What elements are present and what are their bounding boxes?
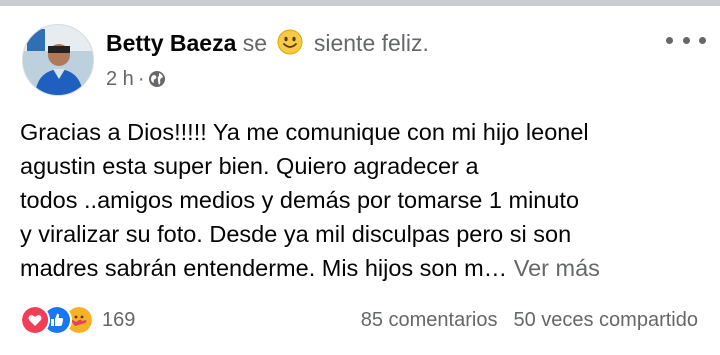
author-line: Betty Baeza se siente feliz. [106, 28, 429, 58]
reactions-summary[interactable]: 169 [20, 305, 136, 335]
dot-icon [682, 36, 690, 44]
meta-separator: · [137, 68, 145, 90]
see-more-link[interactable]: Ver más [514, 255, 600, 281]
author-name[interactable]: Betty Baeza [106, 30, 236, 56]
post-text-line: y viralizar su foto. Desde ya mil discul… [20, 221, 572, 247]
post-meta: 2 h · [106, 66, 166, 92]
profile-photo [23, 25, 93, 95]
dot-icon [699, 36, 706, 44]
post-body: Gracias a Dios!!!!! Ya me comunique con … [20, 115, 710, 285]
reaction-count: 169 [102, 308, 136, 331]
comments-count-link[interactable]: 85 comentarios [361, 309, 498, 332]
post-text-line: todos ..amigos medios y demás por tomars… [20, 187, 580, 213]
post-text-line: Gracias a Dios!!!!! Ya me comunique con … [20, 119, 589, 145]
timestamp[interactable]: 2 h [106, 68, 134, 90]
more-options-button[interactable] [666, 30, 706, 50]
shares-count-link[interactable]: 50 veces compartido [513, 309, 698, 332]
top-divider [0, 0, 720, 6]
post-text-line: agustin esta super bien. Quiero agradece… [20, 153, 479, 179]
smiling-face-icon [277, 29, 303, 55]
post-text-line: madres sabrán entenderme. Mis hijos son … [20, 255, 514, 281]
post-text-line-last: madres sabrán entenderme. Mis hijos son … [20, 251, 710, 285]
love-reaction-icon [20, 305, 50, 335]
post-stats: 85 comentarios 50 veces compartido [361, 306, 698, 334]
globe-icon[interactable] [148, 70, 166, 88]
feeling-prefix: se [242, 30, 268, 56]
feeling-text[interactable]: siente feliz. [314, 30, 429, 56]
avatar[interactable] [22, 24, 94, 96]
dot-icon [666, 36, 673, 44]
